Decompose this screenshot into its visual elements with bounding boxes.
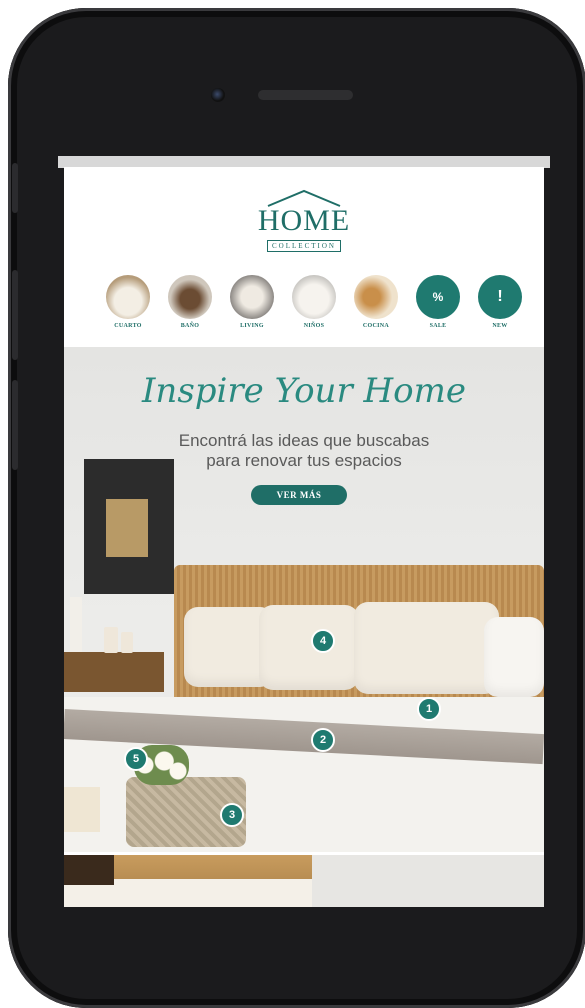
category-cocina[interactable]: COCINA [352, 275, 400, 329]
hero-subtitle: Encontrá las ideas que buscabas para ren… [64, 431, 544, 471]
category-label: COCINA [362, 323, 390, 329]
category-label: SALE [429, 323, 447, 329]
category-label: BAÑO [180, 323, 200, 329]
product-hotspot-5[interactable]: 5 [124, 747, 148, 771]
category-label: NIÑOS [303, 323, 325, 329]
pillow [484, 617, 544, 697]
hero-banner[interactable]: Inspire Your Home Encontrá las ideas que… [64, 347, 544, 852]
brand-logo[interactable]: HOME COLLECTION [64, 189, 544, 253]
silent-switch [12, 163, 18, 213]
exclamation-icon: ! [478, 275, 522, 319]
product-hotspot-4[interactable]: 4 [311, 629, 335, 653]
category-label: LIVING [240, 323, 264, 329]
category-label: CUARTO [114, 323, 142, 329]
logo-wordmark: HOME [257, 204, 351, 237]
bedroom-photo-icon [106, 275, 150, 319]
category-living[interactable]: LIVING [228, 275, 276, 329]
product-hotspot-2[interactable]: 2 [311, 728, 335, 752]
logo-subtitle: COLLECTION [267, 240, 341, 252]
category-label: NEW [492, 323, 508, 329]
category-bano[interactable]: BAÑO [166, 275, 214, 329]
volume-down-button [12, 380, 18, 470]
kids-photo-icon [292, 275, 336, 319]
earpiece-speaker [258, 90, 353, 100]
candle [121, 632, 133, 653]
email-screen[interactable]: HOME COLLECTION CUARTO BAÑO LIVING NIÑOS… [64, 167, 544, 907]
percent-icon: % [416, 275, 460, 319]
nightstand [64, 652, 164, 692]
volume-up-button [12, 270, 18, 360]
front-camera [211, 88, 225, 102]
category-ninos[interactable]: NIÑOS [290, 275, 338, 329]
wall-art-frame [84, 459, 174, 594]
glass [64, 787, 100, 832]
product-hotspot-3[interactable]: 3 [220, 803, 244, 827]
category-cuarto[interactable]: CUARTO [104, 275, 152, 329]
product-hotspot-1[interactable]: 1 [417, 697, 441, 721]
pillow [354, 602, 499, 694]
category-new[interactable]: ! NEW [476, 275, 524, 329]
pillow [259, 605, 359, 690]
lamp [70, 597, 82, 652]
hero-title: Inspire Your Home [142, 371, 466, 411]
category-nav: CUARTO BAÑO LIVING NIÑOS COCINA % SALE !… [104, 275, 524, 329]
next-banner-shelf [64, 855, 114, 885]
ver-mas-button[interactable]: VER MÁS [251, 485, 347, 505]
hero-subtitle-line: para renovar tus espacios [206, 451, 402, 470]
category-sale[interactable]: % SALE [414, 275, 462, 329]
hero-subtitle-line: Encontrá las ideas que buscabas [178, 431, 430, 450]
candle [104, 627, 118, 653]
living-photo-icon [230, 275, 274, 319]
kitchen-photo-icon [354, 275, 398, 319]
bathroom-photo-icon [168, 275, 212, 319]
